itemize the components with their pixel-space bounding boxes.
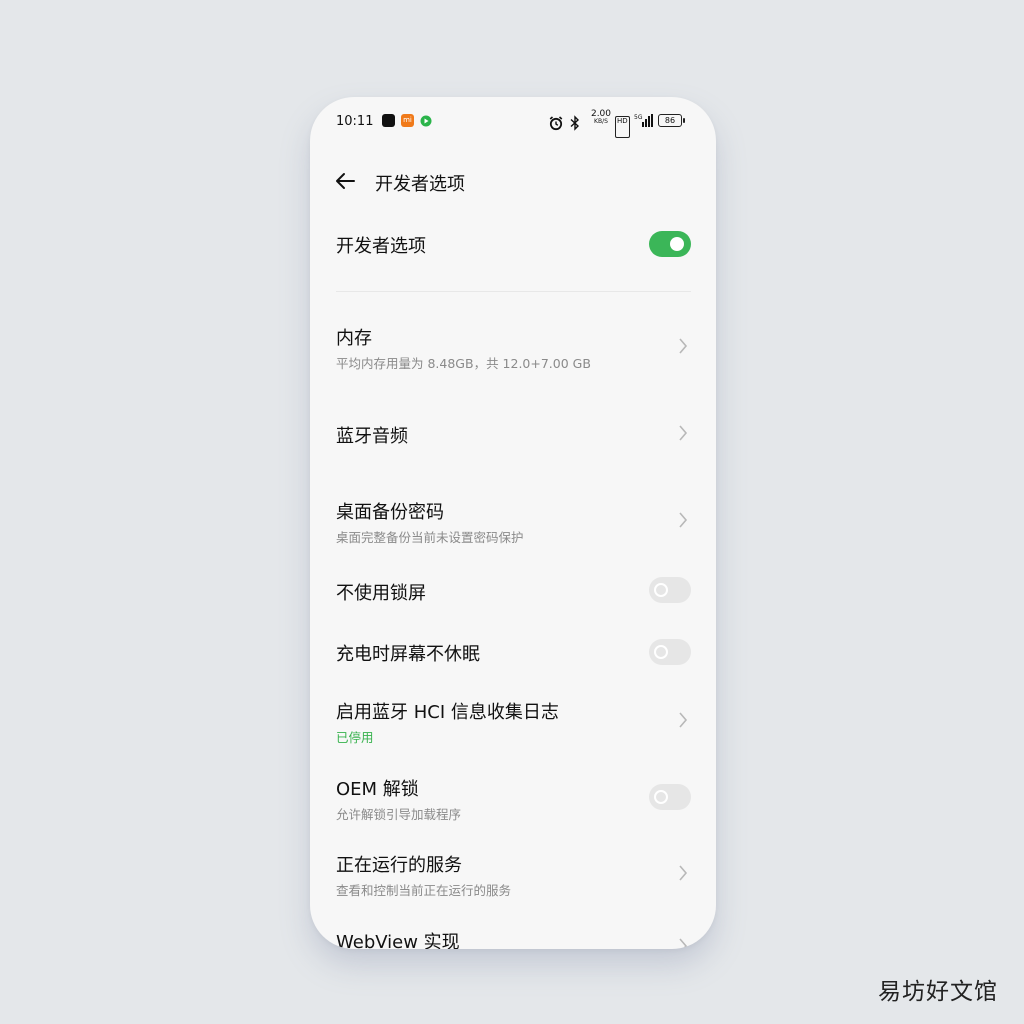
bluetooth-icon — [570, 115, 580, 131]
bluetooth-hci-log-label: 启用蓝牙 HCI 信息收集日志 — [336, 702, 559, 723]
toggle-knob — [654, 790, 668, 804]
divider — [336, 291, 691, 292]
no-lock-screen-toggle[interactable] — [649, 577, 691, 603]
svg-text:5G: 5G — [634, 114, 643, 121]
back-arrow-icon[interactable] — [334, 171, 356, 191]
running-services-label: 正在运行的服务 — [336, 855, 462, 876]
network-speed-value: 2.00 — [590, 109, 612, 119]
chevron-right-icon — [679, 512, 688, 528]
developer-options-toggle[interactable] — [649, 231, 691, 257]
app-notification-icon — [382, 114, 395, 127]
toggle-knob — [654, 583, 668, 597]
network-speed: 2.00 KB/S — [590, 110, 612, 130]
chevron-right-icon — [679, 712, 688, 728]
battery-icon: 86 — [658, 114, 685, 127]
bluetooth-audio-label: 蓝牙音频 — [336, 426, 408, 447]
network-speed-unit: KB/S — [594, 118, 608, 125]
desktop-backup-password-subtitle: 桌面完整备份当前未设置密码保护 — [336, 530, 524, 545]
running-services-subtitle: 查看和控制当前正在运行的服务 — [336, 883, 512, 898]
chevron-right-icon — [679, 938, 688, 949]
no-lock-screen-label: 不使用锁屏 — [336, 583, 426, 604]
signal-icon: 5G — [634, 114, 653, 127]
chevron-right-icon — [679, 865, 688, 881]
memory-label: 内存 — [336, 328, 372, 349]
stay-awake-label: 充电时屏幕不休眠 — [336, 644, 480, 665]
mi-app-icon: mi — [401, 114, 414, 127]
page-title: 开发者选项 — [375, 174, 465, 195]
phone-screen: 10:11 mi 2.00 KB/S HD 5G 86 开发者选项 开发者选项 … — [310, 97, 716, 949]
toggle-knob — [654, 645, 668, 659]
desktop-backup-password-label: 桌面备份密码 — [336, 502, 444, 523]
oem-unlock-label: OEM 解锁 — [336, 779, 419, 800]
header: 开发者选项 — [310, 161, 716, 201]
oem-unlock-toggle[interactable] — [649, 784, 691, 810]
status-time: 10:11 — [336, 114, 374, 129]
chevron-right-icon — [679, 425, 688, 441]
developer-options-label: 开发者选项 — [336, 236, 426, 257]
bluetooth-hci-log-status: 已停用 — [336, 730, 374, 745]
alarm-icon — [549, 116, 563, 131]
hd-voice-icon: HD — [615, 116, 630, 138]
oem-unlock-subtitle: 允许解锁引导加载程序 — [336, 807, 462, 822]
status-bar: 10:11 mi 2.00 KB/S HD 5G 86 — [310, 97, 716, 147]
toggle-knob — [670, 237, 684, 251]
video-app-icon — [420, 115, 432, 127]
webview-label: WebView 实现 — [336, 932, 460, 949]
memory-subtitle: 平均内存用量为 8.48GB，共 12.0+7.00 GB — [336, 356, 591, 371]
chevron-right-icon — [679, 338, 688, 354]
stay-awake-toggle[interactable] — [649, 639, 691, 665]
watermark: 易坊好文馆 — [878, 979, 998, 1005]
